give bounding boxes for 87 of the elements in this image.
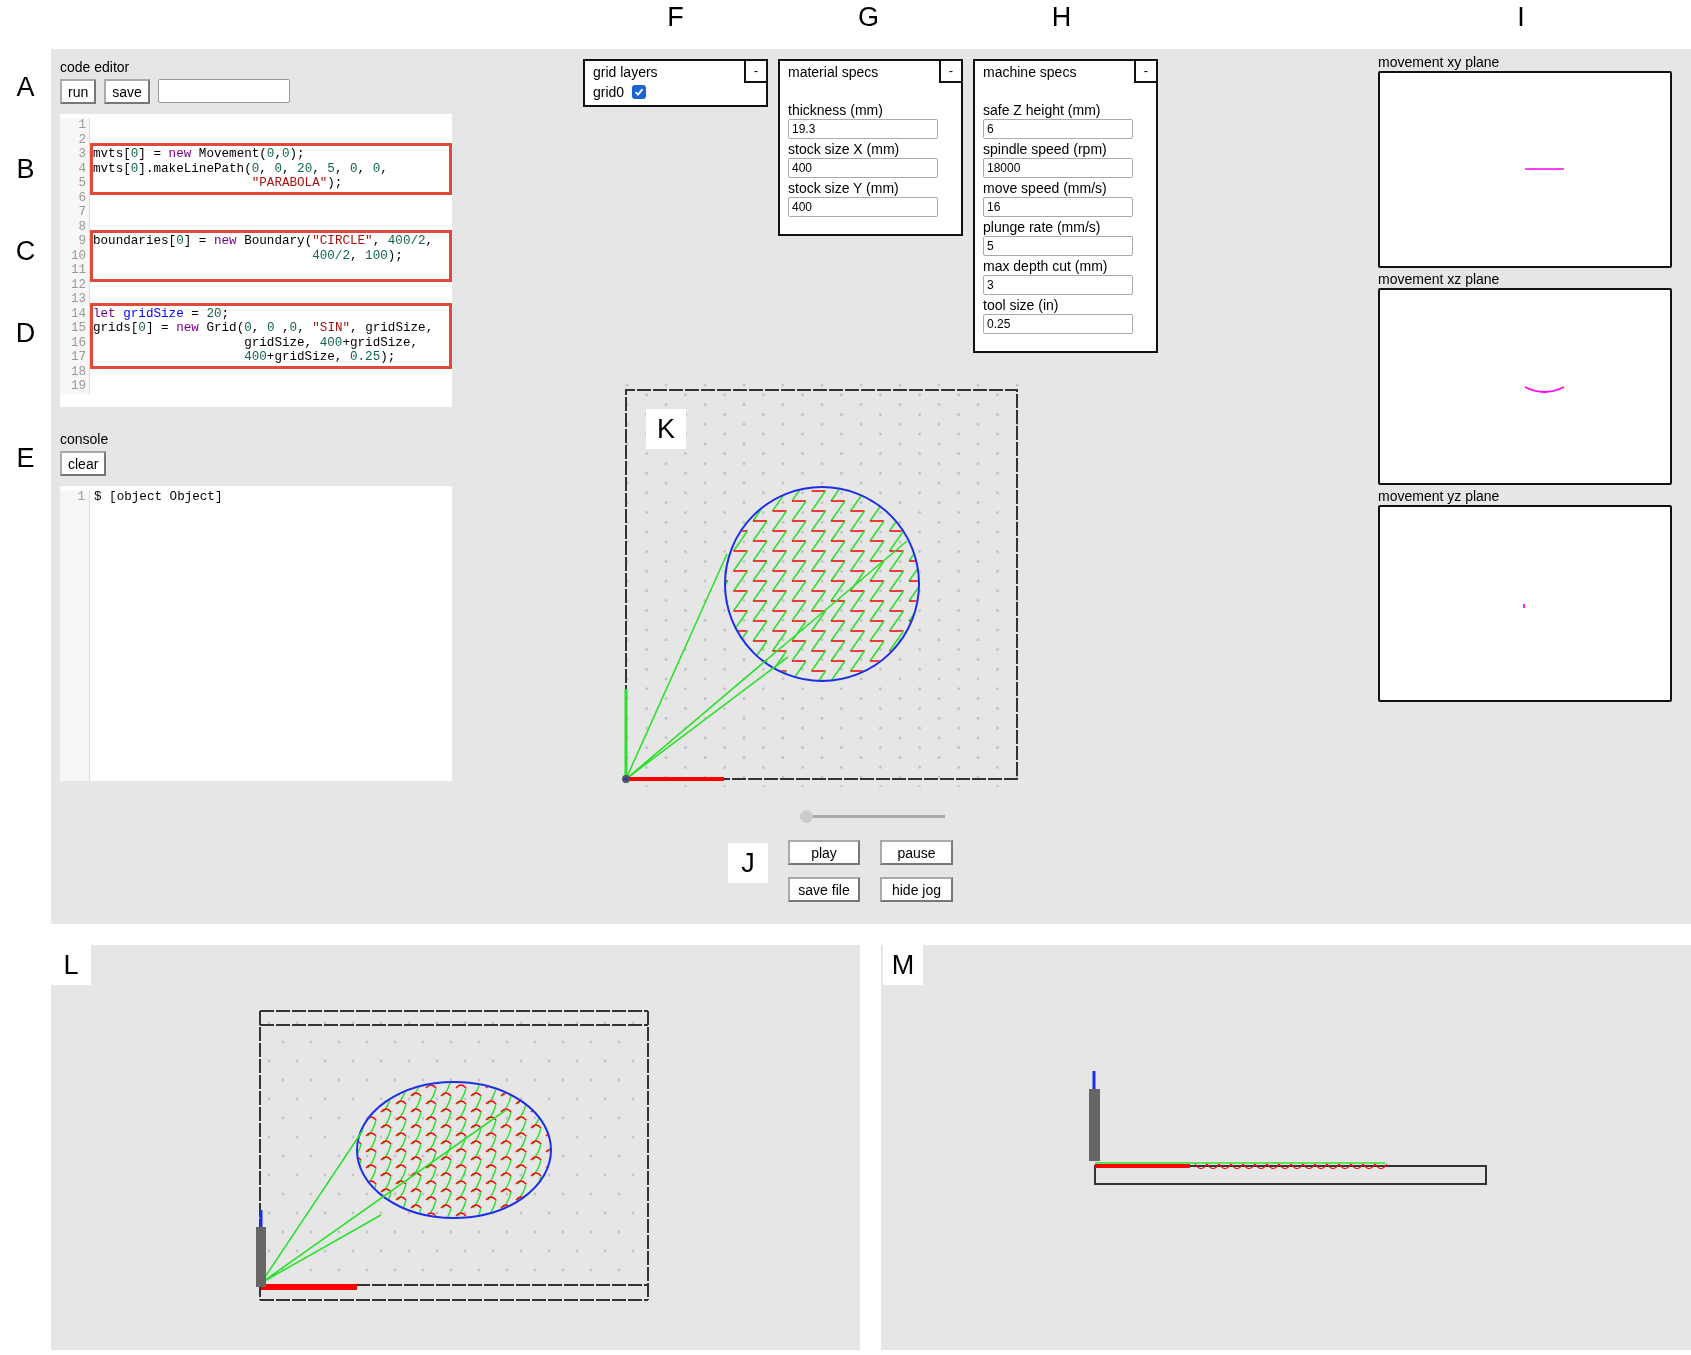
field-label: stock size X (mm) (788, 140, 901, 158)
playback-button[interactable]: hide jog (880, 877, 953, 902)
line-number: 9 (77, 234, 86, 249)
code-line: 400/2, 100); (311, 248, 404, 263)
collapse-button[interactable]: - (744, 61, 766, 83)
code-line: gridSize, 400+gridSize, (243, 335, 419, 350)
annotation-letter: A (16, 71, 35, 104)
section-title: console (60, 431, 110, 447)
field-label: safe Z height (mm) (983, 101, 1102, 119)
clear-button[interactable]: clear (60, 451, 107, 476)
code-line: mvts[0] = new Movement(0,0); (93, 147, 306, 162)
path-line (1524, 168, 1565, 170)
line-number: 3 (77, 147, 86, 162)
field-label: tool size (in) (983, 296, 1060, 314)
field-label: move speed (mm/s) (983, 179, 1108, 197)
toolbar-button[interactable]: run (60, 79, 97, 104)
annotation-letter: I (1517, 1, 1525, 34)
line-number: 15 (69, 321, 86, 336)
panel-title: machine specs (983, 63, 1077, 81)
annotation-letter: F (667, 1, 684, 34)
line-number: 6 (77, 190, 86, 205)
line-number: 18 (69, 364, 86, 379)
input-field[interactable]: 6 (983, 119, 1133, 139)
code-line: boundaries[0] = new Boundary("CIRCLE", 400/2, (93, 234, 435, 249)
playback-button[interactable]: save file (788, 877, 860, 902)
code-editor[interactable] (60, 114, 452, 407)
input-field[interactable]: 400 (788, 197, 938, 217)
code-line: grids[0] = new Grid(0, 0 ,0, "SIN", gridSize, (93, 321, 435, 336)
input-field[interactable]: 0.25 (983, 314, 1133, 334)
annotation-letter: H (1051, 1, 1072, 34)
line-number: 17 (69, 350, 86, 365)
input-field[interactable]: 19.3 (788, 119, 938, 139)
path-curve (1524, 386, 1565, 393)
panel-title: grid layers (593, 63, 658, 81)
input-field[interactable]: 3 (983, 275, 1133, 295)
line-number: 8 (77, 219, 86, 234)
code-line: let gridSize = 20; (93, 306, 231, 321)
input-field[interactable]: 16 (983, 197, 1133, 217)
line-number: 10 (69, 248, 86, 263)
line-number: 1 (77, 118, 86, 133)
console-line: $ [object Object] (94, 490, 224, 505)
layer-checkbox[interactable] (632, 85, 647, 99)
field-label: spindle speed (rpm) (983, 140, 1108, 158)
plane-title: movement yz plane (1378, 487, 1501, 505)
field-label: stock size Y (mm) (788, 179, 900, 197)
line-number: 5 (77, 176, 86, 191)
code-line: mvts[0].makeLinePath(0, 0, 20, 5, 0, 0, (93, 161, 389, 176)
filename-field[interactable] (157, 79, 290, 103)
panel-title: material specs (788, 63, 879, 81)
input-field[interactable]: 18000 (983, 158, 1133, 178)
code-line: "PARABOLA"); (250, 176, 344, 191)
path-mark (1523, 603, 1525, 609)
field-label: plunge rate (mm/s) (983, 218, 1102, 236)
annotation-letter: C (15, 235, 36, 268)
field-label: thickness (mm) (788, 101, 884, 119)
playback-button[interactable]: play (788, 840, 860, 865)
section-title: code editor (60, 59, 131, 75)
input-field[interactable]: 400 (788, 158, 938, 178)
annotation-letter: J (728, 842, 768, 883)
toolbar-button[interactable]: save (104, 79, 150, 104)
layer-label: grid0 (593, 83, 625, 101)
annotation-letter: D (15, 317, 36, 350)
line-number: 14 (69, 306, 86, 321)
slider-thumb[interactable] (800, 810, 813, 823)
input-field[interactable]: 5 (983, 236, 1133, 256)
collapse-button[interactable]: - (1134, 61, 1156, 83)
annotation-letter: G (858, 1, 879, 34)
line-number: 16 (69, 335, 86, 350)
playback-button[interactable]: pause (880, 840, 953, 865)
code-line: 400+gridSize, 0.25); (243, 350, 397, 365)
plane-title: movement xy plane (1378, 53, 1501, 71)
annotation-letter: L (51, 945, 91, 985)
line-number: 1 (76, 490, 85, 505)
annotation-letter: K (646, 409, 686, 449)
field-label: max depth cut (mm) (983, 257, 1109, 275)
plane-title: movement xz plane (1378, 270, 1501, 288)
line-number: 12 (69, 277, 86, 292)
line-number: 13 (69, 292, 86, 307)
line-number: 4 (77, 161, 86, 176)
line-number: 19 (69, 379, 86, 394)
line-number: 7 (77, 205, 86, 220)
collapse-button[interactable]: - (939, 61, 961, 83)
line-number: 2 (77, 132, 86, 147)
annotation-letter: E (16, 442, 35, 475)
line-number: 11 (69, 263, 86, 278)
annotation-letter: B (16, 153, 35, 186)
annotation-letter: M (883, 945, 923, 985)
